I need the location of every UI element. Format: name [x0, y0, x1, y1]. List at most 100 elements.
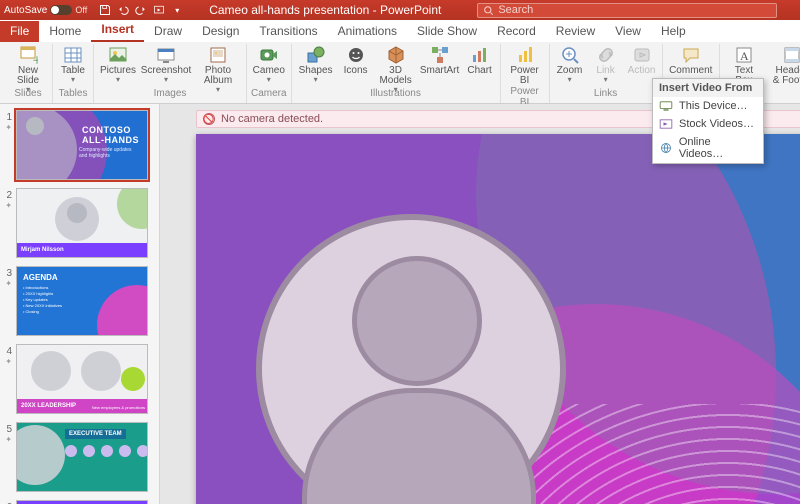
- shapes-icon: [306, 45, 326, 65]
- thumbnail-1[interactable]: CONTOSOALL-HANDSCompany-wide updates and…: [16, 110, 148, 180]
- group-label: Slides: [8, 88, 48, 99]
- ribbon-group-images: PicturesScreenshotPhotoAlbumImages: [94, 44, 247, 103]
- video-dropdown-item-stock[interactable]: Stock Videos…: [653, 115, 763, 133]
- quick-access-toolbar: ▾: [99, 4, 183, 16]
- tab-home[interactable]: Home: [39, 21, 91, 42]
- svg-text:A: A: [740, 49, 749, 63]
- header-footer-button[interactable]: Header& Footer: [768, 44, 800, 86]
- tab-insert[interactable]: Insert: [91, 19, 144, 42]
- smartart-button[interactable]: SmartArt: [420, 44, 460, 76]
- tab-review[interactable]: Review: [546, 21, 605, 42]
- photo-album-icon: [208, 45, 228, 65]
- text-box-icon: A: [734, 45, 754, 65]
- icons-icon: [346, 45, 366, 65]
- slide-canvas-area: 🚫 No camera detected. CONTOSOALL-HANDS C…: [160, 104, 800, 504]
- video-dropdown: Insert Video From This Device… Stock Vid…: [652, 78, 764, 164]
- ribbon-group-tables: TableTables: [53, 44, 94, 103]
- cameo-button[interactable]: Cameo: [253, 44, 285, 85]
- power-bi-icon: [515, 45, 535, 65]
- ribbon-group-power-bi: PowerBIPower BI: [501, 44, 550, 103]
- thumbnail-number: 5✦: [2, 422, 12, 492]
- smartart-icon: [430, 45, 450, 65]
- ribbon-group-illustrations: ShapesIcons3DModelsSmartArtChartIllustra…: [292, 44, 501, 103]
- tab-help[interactable]: Help: [651, 21, 696, 42]
- tab-slide-show[interactable]: Slide Show: [407, 21, 487, 42]
- zoom-button[interactable]: Zoom: [554, 44, 586, 85]
- action-button: Action: [626, 44, 658, 76]
- thumbnail-number: 6✦: [2, 500, 12, 504]
- qat-customize-icon[interactable]: ▾: [171, 4, 183, 16]
- autosave-toggle[interactable]: AutoSave Off: [4, 5, 87, 16]
- device-icon: [659, 100, 673, 112]
- table-button[interactable]: Table: [57, 44, 89, 85]
- screenshot-button[interactable]: Screenshot: [142, 44, 190, 85]
- cameo-icon: [259, 45, 279, 65]
- toggle-pill[interactable]: [50, 5, 72, 15]
- redo-icon[interactable]: [135, 4, 147, 16]
- table-icon: [63, 45, 83, 65]
- tab-draw[interactable]: Draw: [144, 21, 192, 42]
- autosave-state: Off: [75, 5, 87, 15]
- group-label: Images: [98, 88, 242, 99]
- thumbnail-3[interactable]: AGENDA• Introductions• 20XX highlights• …: [16, 266, 148, 336]
- tab-view[interactable]: View: [605, 21, 651, 42]
- undo-icon[interactable]: [117, 4, 129, 16]
- warning-text: No camera detected.: [221, 113, 323, 125]
- screenshot-icon: [156, 45, 176, 65]
- tab-transitions[interactable]: Transitions: [249, 21, 327, 42]
- header-footer-icon: [782, 45, 800, 65]
- stock-icon: [659, 118, 673, 130]
- tab-file[interactable]: File: [0, 21, 39, 42]
- slide-canvas[interactable]: CONTOSOALL-HANDS Company-wide updates an…: [196, 134, 800, 504]
- shapes-button[interactable]: Shapes: [296, 44, 336, 85]
- window-title: Cameo all-hands presentation - PowerPoin…: [209, 3, 441, 17]
- comment-icon: [681, 45, 701, 65]
- search-box[interactable]: Search: [477, 3, 777, 18]
- thumbnail-number: 2✦: [2, 188, 12, 258]
- thumbnail-slot-5[interactable]: 5✦EXECUTIVE TEAM: [2, 422, 157, 492]
- save-icon[interactable]: [99, 4, 111, 16]
- warning-icon: 🚫: [203, 113, 215, 125]
- cameo-placeholder-avatar[interactable]: [256, 214, 566, 504]
- ribbon-tabs: FileHomeInsertDrawDesignTransitionsAnima…: [0, 20, 800, 42]
- zoom-icon: [560, 45, 580, 65]
- slide-thumbnail-panel[interactable]: 1✦CONTOSOALL-HANDSCompany-wide updates a…: [0, 104, 160, 504]
- video-dropdown-item-this-device[interactable]: This Device…: [653, 97, 763, 115]
- group-label: Illustrations: [296, 88, 496, 99]
- start-from-beginning-icon[interactable]: [153, 4, 165, 16]
- 3d-models-icon: [386, 45, 406, 65]
- link-icon: [596, 45, 616, 65]
- tab-record[interactable]: Record: [487, 21, 546, 42]
- action-icon: [632, 45, 652, 65]
- svg-text:＋: ＋: [32, 56, 38, 65]
- thumbnail-2[interactable]: Mirjam Nilsson: [16, 188, 148, 258]
- ribbon-group-camera: Cameo Camera: [247, 44, 292, 103]
- tab-design[interactable]: Design: [192, 21, 249, 42]
- thumbnail-5[interactable]: EXECUTIVE TEAM: [16, 422, 148, 492]
- thumbnail-number: 1✦: [2, 110, 12, 180]
- thumbnail-slot-1[interactable]: 1✦CONTOSOALL-HANDSCompany-wide updates a…: [2, 110, 157, 180]
- pictures-icon: [108, 45, 128, 65]
- pictures-button[interactable]: Pictures: [98, 44, 138, 85]
- thumbnail-number: 3✦: [2, 266, 12, 336]
- thumbnail-number: 4✦: [2, 344, 12, 414]
- search-icon: [482, 4, 494, 16]
- globe-icon: [659, 142, 673, 154]
- video-dropdown-item-online[interactable]: Online Videos…: [653, 133, 763, 163]
- thumbnail-4[interactable]: 20XX LEADERSHIPNew employees & promotion…: [16, 344, 148, 414]
- power-bi-button[interactable]: PowerBI: [505, 44, 545, 86]
- thumbnail-slot-4[interactable]: 4✦20XX LEADERSHIPNew employees & promoti…: [2, 344, 157, 414]
- tab-animations[interactable]: Animations: [328, 21, 407, 42]
- comment-button[interactable]: Comment: [675, 44, 707, 76]
- thumbnail-slot-3[interactable]: 3✦AGENDA• Introductions• 20XX highlights…: [2, 266, 157, 336]
- icons-button[interactable]: Icons: [340, 44, 372, 76]
- video-dropdown-header: Insert Video From: [653, 79, 763, 97]
- thumbnail-slot-2[interactable]: 2✦Mirjam Nilsson: [2, 188, 157, 258]
- ribbon-group-slides: ＋NewSlideSlides: [4, 44, 53, 103]
- chart-button[interactable]: Chart: [464, 44, 496, 76]
- group-label: Camera: [251, 88, 287, 99]
- thumbnail-slot-6[interactable]: 6✦ WELCOME: [2, 500, 157, 504]
- thumbnail-6[interactable]: WELCOME: [16, 500, 148, 504]
- chart-icon: [470, 45, 490, 65]
- new-slide-icon: ＋: [18, 45, 38, 65]
